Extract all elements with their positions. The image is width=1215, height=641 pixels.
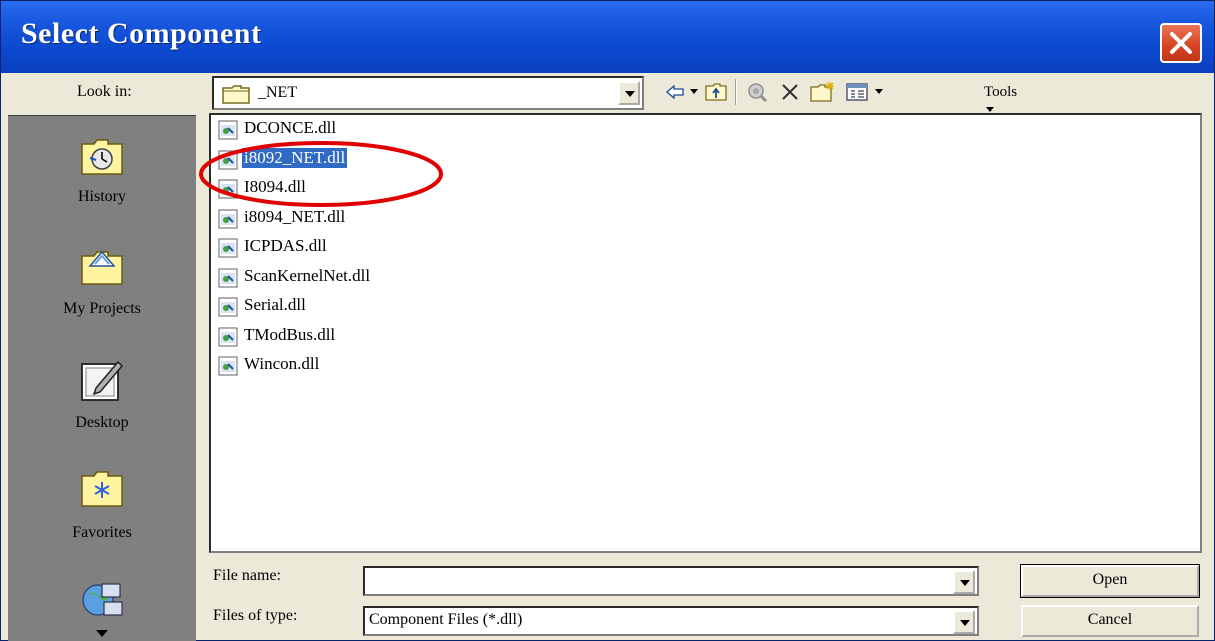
dll-file-icon xyxy=(218,327,238,346)
dll-file-icon xyxy=(218,150,238,169)
file-name: ICPDAS.dll xyxy=(244,236,327,255)
file-name: DCONCE.dll xyxy=(244,118,337,137)
place-label: History xyxy=(78,188,126,205)
file-name-dropdown-button[interactable] xyxy=(953,570,975,594)
my-projects-icon xyxy=(81,250,123,285)
place-desktop[interactable]: Desktop xyxy=(8,342,196,452)
views-dropdown[interactable] xyxy=(873,79,885,105)
new-folder-icon xyxy=(810,82,834,102)
file-name: Wincon.dll xyxy=(244,354,320,373)
network-icon xyxy=(82,583,123,616)
back-history-dropdown[interactable] xyxy=(688,79,700,105)
cancel-button[interactable]: Cancel xyxy=(1021,605,1199,637)
file-type-label: Files of type: xyxy=(213,607,298,624)
toolbar: Tools xyxy=(659,77,1019,112)
file-name: ScanKernelNet.dll xyxy=(244,265,371,285)
file-name: i8092_NET.dll xyxy=(242,147,348,168)
up-one-level-button[interactable] xyxy=(703,79,729,105)
small-down-arrow-icon xyxy=(690,89,698,94)
file-name: I8094.dll xyxy=(244,177,306,196)
dialog-title: Select Component xyxy=(21,17,262,50)
place-network[interactable] xyxy=(8,564,196,641)
delete-x-icon xyxy=(782,84,798,100)
file-type-value: Component Files (*.dll) xyxy=(369,611,523,628)
desktop-icon xyxy=(81,360,124,401)
look-in-dropdown[interactable]: _NET xyxy=(212,76,644,110)
file-name-field[interactable] xyxy=(363,566,979,596)
search-globe-icon xyxy=(748,83,768,103)
place-history[interactable]: History xyxy=(8,116,196,226)
dll-file-icon xyxy=(218,238,238,258)
file-type-dropdown[interactable]: Component Files (*.dll) xyxy=(363,606,979,636)
place-my-projects[interactable]: My Projects xyxy=(8,228,196,338)
dll-file-icon xyxy=(218,120,238,140)
file-name: i8094_NET.dll xyxy=(244,206,346,226)
tools-label: Tools xyxy=(984,84,1018,100)
dll-file-icon xyxy=(218,268,238,287)
close-button[interactable] xyxy=(1160,23,1202,63)
place-label: Desktop xyxy=(75,414,129,431)
file-name-label: File name: xyxy=(213,567,281,584)
place-label: My Projects xyxy=(63,300,141,317)
views-button[interactable] xyxy=(843,79,871,105)
back-button[interactable] xyxy=(663,79,687,105)
scroll-down-arrow-icon[interactable] xyxy=(96,630,108,638)
small-down-arrow-icon xyxy=(875,89,883,94)
file-name: Serial.dll xyxy=(244,295,306,314)
new-folder-button[interactable] xyxy=(809,79,837,105)
delete-button[interactable] xyxy=(777,79,803,105)
search-web-button[interactable] xyxy=(743,79,771,105)
history-icon xyxy=(81,139,123,175)
favorites-icon xyxy=(81,471,123,507)
small-down-arrow-icon xyxy=(986,106,994,112)
title-bar[interactable]: Select Component xyxy=(1,1,1214,73)
up-folder-icon xyxy=(705,83,727,101)
open-button[interactable]: Open xyxy=(1020,564,1200,598)
place-favorites[interactable]: Favorites xyxy=(8,452,196,562)
file-type-dropdown-button[interactable] xyxy=(953,610,975,634)
folder-icon xyxy=(222,85,250,104)
look-in-value: _NET xyxy=(258,84,298,101)
file-name: TModBus.dll xyxy=(244,324,336,344)
toolbar-separator xyxy=(735,79,737,105)
select-component-dialog: Select Component Look in: _NET Tools His… xyxy=(0,0,1215,641)
close-icon xyxy=(1170,32,1192,54)
dll-file-icon xyxy=(218,209,238,228)
file-list[interactable]: DCONCE.dll i8092_NET.dll I8094.dll i8094_NE… xyxy=(209,113,1202,553)
look-in-dropdown-button[interactable] xyxy=(618,81,640,105)
dll-file-icon xyxy=(218,297,238,317)
look-in-label: Look in: xyxy=(77,83,132,100)
dll-file-icon xyxy=(218,356,238,376)
views-grid-icon xyxy=(846,83,868,101)
place-label: Favorites xyxy=(72,524,132,541)
dll-file-icon xyxy=(218,179,238,199)
places-bar: History My Projects Desktop Favorites xyxy=(8,115,196,641)
back-arrow-icon xyxy=(666,85,684,99)
